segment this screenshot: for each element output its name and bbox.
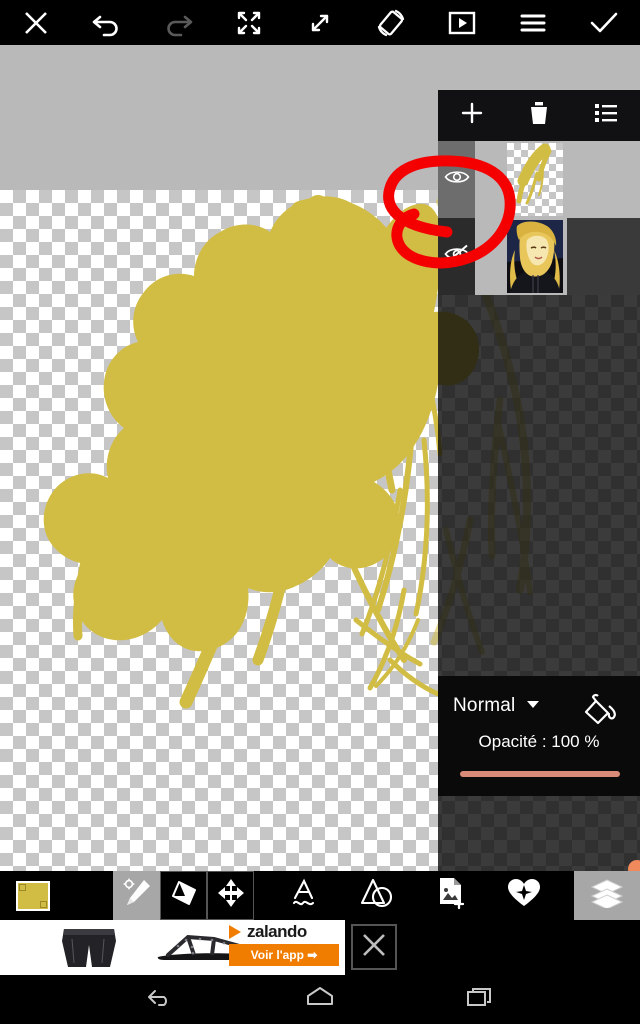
layer-thumbnail bbox=[507, 143, 563, 216]
play-button[interactable] bbox=[427, 0, 498, 45]
layer-visibility-toggle[interactable] bbox=[438, 218, 475, 295]
trash-icon bbox=[527, 100, 551, 131]
redo-button[interactable] bbox=[142, 0, 213, 45]
app-root: Normal Opacité : 10 bbox=[0, 0, 640, 1024]
layer-thumbnail-cell[interactable] bbox=[502, 141, 567, 218]
android-home-button[interactable] bbox=[245, 975, 395, 1024]
layer-row-filler bbox=[567, 218, 640, 295]
brush-tool-button[interactable] bbox=[113, 871, 160, 920]
ad-brand-name: zalando bbox=[247, 922, 307, 942]
layer-row[interactable] bbox=[438, 218, 640, 295]
toolbar-spacer bbox=[401, 871, 427, 920]
resize-button[interactable] bbox=[284, 0, 355, 45]
top-toolbar bbox=[0, 0, 640, 45]
layer-visibility-toggle[interactable] bbox=[438, 141, 475, 218]
opacity-slider-knob[interactable] bbox=[628, 860, 640, 871]
toolbar-spacer bbox=[548, 871, 574, 920]
eye-off-icon bbox=[443, 244, 471, 269]
chevron-down-icon[interactable] bbox=[525, 697, 541, 715]
layers-list bbox=[438, 141, 640, 295]
layer-thumbnail bbox=[507, 220, 563, 293]
confirm-button[interactable] bbox=[569, 0, 640, 45]
eraser-tool-button[interactable] bbox=[160, 871, 207, 920]
layer-row-gutter bbox=[475, 141, 502, 218]
layers-icon bbox=[590, 878, 624, 913]
text-a-icon bbox=[287, 876, 321, 915]
close-icon bbox=[21, 8, 51, 38]
ad-product-shorts-image bbox=[58, 927, 120, 969]
layer-row-filler bbox=[567, 141, 640, 218]
text-tool-button[interactable] bbox=[280, 871, 327, 920]
layers-button[interactable] bbox=[574, 871, 640, 920]
opacity-label: Opacité : 100 % bbox=[438, 732, 640, 752]
brush-icon bbox=[120, 876, 154, 915]
move-tool-button[interactable] bbox=[207, 871, 254, 920]
blend-mode-row[interactable]: Normal bbox=[438, 684, 640, 728]
layer-options-button[interactable] bbox=[573, 90, 640, 141]
layers-panel[interactable]: Normal Opacité : 10 bbox=[438, 90, 640, 871]
play-icon bbox=[447, 10, 477, 36]
blend-mode-label[interactable]: Normal bbox=[453, 695, 515, 717]
ad-close-button[interactable] bbox=[351, 924, 397, 970]
undo-button[interactable] bbox=[71, 0, 142, 45]
close-button[interactable] bbox=[0, 0, 71, 45]
undo-icon bbox=[90, 8, 124, 38]
resize-icon bbox=[305, 8, 335, 38]
confirm-icon bbox=[588, 9, 620, 37]
layer-row[interactable] bbox=[438, 141, 640, 218]
redo-icon bbox=[161, 8, 195, 38]
layers-panel-header bbox=[438, 90, 640, 141]
android-back-button[interactable] bbox=[85, 975, 235, 1024]
toolbar-spacer bbox=[474, 871, 500, 920]
fit-icon bbox=[234, 8, 264, 38]
color-swatch-button[interactable] bbox=[0, 871, 66, 920]
back-arrow-icon bbox=[145, 985, 175, 1014]
delete-layer-button[interactable] bbox=[505, 90, 572, 141]
fit-button[interactable] bbox=[213, 0, 284, 45]
shape-tool-button[interactable] bbox=[354, 871, 401, 920]
recents-icon bbox=[465, 985, 495, 1014]
toolbar-spacer bbox=[327, 871, 353, 920]
layer-row-gutter bbox=[475, 218, 502, 295]
heart-sparkle-icon bbox=[507, 878, 541, 913]
play-triangle-icon bbox=[229, 925, 241, 939]
rotate-icon bbox=[375, 7, 407, 39]
toolbar-gap bbox=[66, 871, 113, 920]
bottom-toolbar bbox=[0, 871, 640, 920]
add-photo-button[interactable] bbox=[427, 871, 474, 920]
ad-cta-label: Voir l'app ➡ bbox=[251, 948, 318, 962]
android-navbar bbox=[0, 975, 640, 1024]
ad-cta-button[interactable]: Voir l'app ➡ bbox=[229, 944, 339, 966]
home-icon bbox=[304, 985, 336, 1014]
paint-bucket-icon[interactable] bbox=[582, 692, 618, 731]
layer-properties: Normal Opacité : 10 bbox=[438, 676, 640, 796]
shape-mask-icon bbox=[360, 877, 394, 914]
eye-icon bbox=[444, 168, 470, 191]
eraser-icon bbox=[168, 878, 200, 913]
ad-banner[interactable]: zalando Voir l'app ➡ bbox=[0, 920, 640, 975]
close-icon bbox=[359, 930, 389, 965]
android-recents-button[interactable] bbox=[405, 975, 555, 1024]
move-icon bbox=[216, 878, 246, 913]
add-layer-button[interactable] bbox=[438, 90, 505, 141]
editor-workarea[interactable]: Normal Opacité : 10 bbox=[0, 45, 640, 871]
toolbar-spacer bbox=[254, 871, 280, 920]
sticker-button[interactable] bbox=[501, 871, 548, 920]
rotate-button[interactable] bbox=[356, 0, 427, 45]
layer-thumbnail-cell[interactable] bbox=[502, 218, 567, 295]
color-swatch bbox=[16, 881, 50, 911]
opacity-slider[interactable] bbox=[460, 771, 620, 777]
list-icon bbox=[594, 102, 618, 129]
menu-button[interactable] bbox=[498, 0, 569, 45]
add-image-icon bbox=[435, 876, 467, 915]
menu-icon bbox=[518, 11, 548, 35]
plus-icon bbox=[459, 100, 485, 131]
ad-content[interactable]: zalando Voir l'app ➡ bbox=[0, 920, 345, 975]
